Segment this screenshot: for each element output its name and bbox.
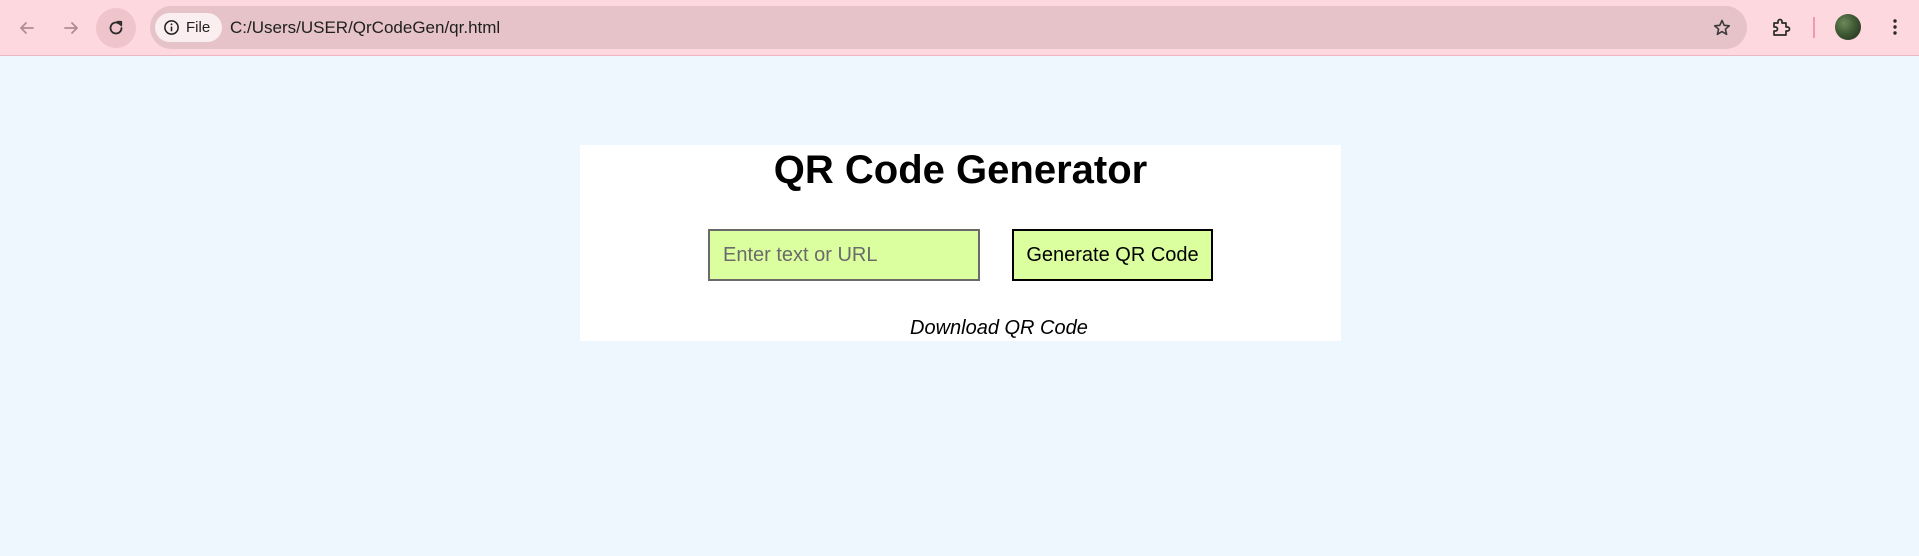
extensions-button[interactable]: [1766, 12, 1796, 42]
text-url-input[interactable]: [708, 229, 980, 281]
forward-button[interactable]: [51, 8, 91, 48]
star-icon: [1713, 19, 1731, 36]
back-button[interactable]: [7, 8, 47, 48]
info-icon: [164, 20, 179, 35]
page-title: QR Code Generator: [773, 148, 1148, 192]
reload-icon: [109, 20, 123, 35]
arrow-right-icon: [64, 22, 78, 34]
kebab-menu-icon: [1893, 19, 1897, 35]
url-text[interactable]: C:/Users/USER/QrCodeGen/qr.html: [230, 18, 500, 38]
site-chip-label: File: [186, 19, 211, 36]
arrow-left-icon: [20, 22, 34, 34]
address-bar[interactable]: File C:/Users/USER/QrCodeGen/qr.html: [150, 6, 1747, 49]
toolbar-divider: [1813, 17, 1815, 38]
puzzle-icon: [1773, 18, 1791, 36]
browser-toolbar: File C:/Users/USER/QrCodeGen/qr.html: [0, 0, 1919, 56]
browser-menu-button[interactable]: [1880, 12, 1910, 42]
site-info-chip[interactable]: File: [155, 13, 222, 42]
generate-qr-button[interactable]: Generate QR Code: [1012, 229, 1213, 281]
qr-generator-card: QR Code Generator Generate QR Code Downl…: [580, 145, 1341, 341]
avatar[interactable]: [1835, 14, 1861, 40]
bookmark-button[interactable]: [1709, 15, 1735, 41]
download-qr-link[interactable]: Download QR Code: [910, 317, 1088, 340]
reload-button[interactable]: [96, 8, 136, 48]
